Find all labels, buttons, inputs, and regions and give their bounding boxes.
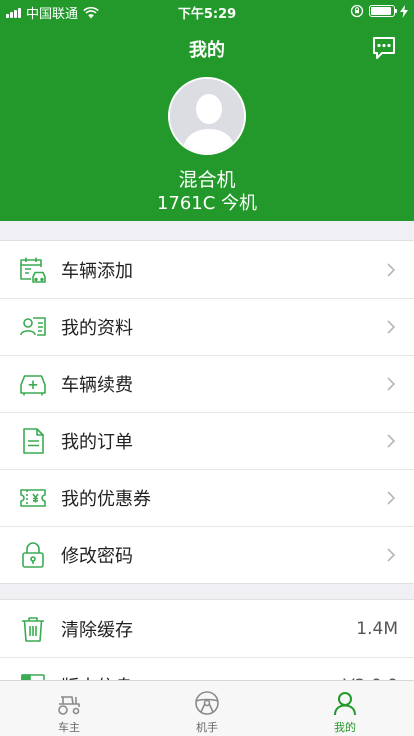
profile-card-icon	[20, 316, 46, 336]
charging-icon	[400, 4, 408, 18]
menu-item-add-vehicle[interactable]: 车辆添加	[0, 241, 414, 298]
status-bar: 中国联通 下午5:29	[0, 0, 414, 22]
cache-size-value: 1.4M	[356, 618, 398, 639]
profile-header: 中国联通 下午5:29 我的 混合机 1761C 今机	[0, 0, 414, 221]
menu-item-vehicle-renewal[interactable]: 车辆续费	[0, 355, 414, 412]
tab-owner[interactable]: 车主	[0, 681, 138, 736]
user-icon	[334, 692, 356, 716]
message-icon[interactable]	[370, 34, 398, 62]
tab-bar: 车主 机手 我的	[0, 680, 414, 736]
tab-label: 车主	[58, 721, 80, 734]
menu-item-label: 车辆续费	[61, 374, 133, 396]
menu-item-my-orders[interactable]: 我的订单	[0, 412, 414, 469]
tab-mine[interactable]: 我的	[276, 681, 414, 736]
chevron-right-icon	[387, 547, 396, 562]
coupon-ticket-icon	[20, 488, 46, 507]
trash-icon	[22, 616, 44, 642]
chevron-right-icon	[387, 319, 396, 334]
rotation-lock-icon	[350, 4, 364, 18]
menu-item-label: 我的资料	[61, 317, 133, 339]
menu-item-my-profile[interactable]: 我的资料	[0, 298, 414, 355]
page-title: 我的	[189, 40, 225, 61]
menu-item-my-coupons[interactable]: 我的优惠券	[0, 469, 414, 526]
chevron-right-icon	[387, 262, 396, 277]
menu-item-label: 我的优惠券	[61, 488, 151, 510]
car-renew-icon	[20, 374, 46, 395]
tab-label: 我的	[334, 721, 356, 734]
steering-wheel-icon	[195, 691, 219, 715]
order-document-icon	[23, 427, 44, 454]
status-right	[350, 4, 408, 18]
menu-item-label: 我的订单	[61, 431, 133, 453]
chevron-right-icon	[387, 490, 396, 505]
avatar[interactable]	[168, 77, 246, 155]
chevron-right-icon	[387, 376, 396, 391]
tractor-icon	[58, 696, 80, 715]
lock-icon	[22, 541, 44, 568]
menu-group: 车辆添加 我的资料 车辆续费 我的订单 我的优惠券 修改密码	[0, 240, 414, 584]
phone-number: 1761C 今机	[156, 193, 258, 214]
tab-label: 机手	[196, 721, 218, 734]
settings-item-label: 清除缓存	[61, 619, 133, 641]
chevron-right-icon	[387, 433, 396, 448]
default-avatar-icon	[170, 79, 244, 153]
menu-item-label: 修改密码	[61, 545, 133, 567]
menu-item-change-password[interactable]: 修改密码	[0, 526, 414, 583]
battery-icon	[369, 5, 397, 17]
settings-item-clear-cache[interactable]: 清除缓存 1.4M	[0, 600, 414, 657]
username: 混合机	[178, 169, 236, 191]
menu-item-label: 车辆添加	[61, 260, 133, 282]
calendar-car-icon	[20, 257, 46, 283]
tab-operator[interactable]: 机手	[138, 681, 276, 736]
